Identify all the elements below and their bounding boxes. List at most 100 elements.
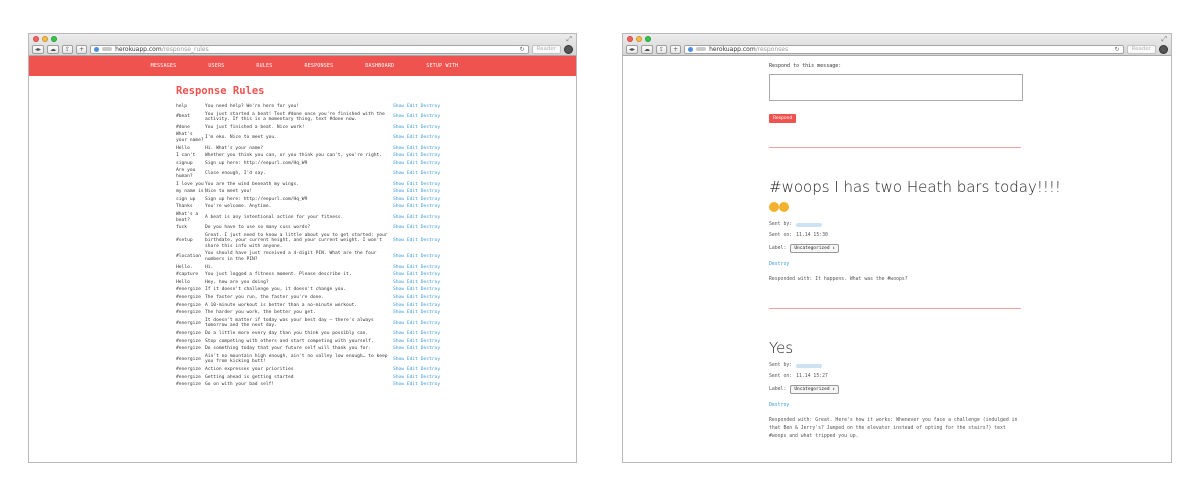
- back-forward-icon[interactable]: ◂▸: [32, 44, 45, 54]
- destroy-link[interactable]: Destroy: [421, 272, 440, 277]
- show-link[interactable]: Show: [393, 357, 404, 362]
- show-link[interactable]: Show: [393, 161, 404, 166]
- nav-link-3[interactable]: RESPONSES: [288, 63, 349, 69]
- destroy-link[interactable]: Destroy: [421, 339, 440, 344]
- show-link[interactable]: Show: [393, 280, 404, 285]
- destroy-link[interactable]: Destroy: [421, 153, 440, 158]
- show-link[interactable]: Show: [393, 310, 404, 315]
- add-tab-icon[interactable]: +: [670, 44, 682, 54]
- destroy-link[interactable]: Destroy: [421, 104, 440, 109]
- edit-link[interactable]: Edit: [407, 215, 418, 220]
- reader-button[interactable]: Reader: [1126, 44, 1156, 54]
- respond-button[interactable]: Respond: [769, 114, 797, 123]
- show-link[interactable]: Show: [393, 215, 404, 220]
- destroy-link[interactable]: Destroy: [769, 403, 1023, 408]
- address-bar[interactable]: herokuapp.com/responses ↻: [684, 44, 1124, 54]
- fullscreen-icon[interactable]: ⤢: [566, 35, 572, 44]
- destroy-link[interactable]: Destroy: [421, 171, 440, 176]
- destroy-link[interactable]: Destroy: [421, 182, 440, 187]
- show-link[interactable]: Show: [393, 114, 404, 119]
- edit-link[interactable]: Edit: [407, 382, 418, 387]
- nav-link-5[interactable]: SETUP WITH: [410, 63, 474, 69]
- share-icon[interactable]: ⇪: [62, 44, 74, 54]
- nav-link-0[interactable]: MESSAGES: [135, 63, 193, 69]
- address-bar[interactable]: herokuapp.com/response_rules ↻: [90, 44, 529, 54]
- destroy-link[interactable]: Destroy: [421, 375, 440, 380]
- show-link[interactable]: Show: [393, 375, 404, 380]
- edit-link[interactable]: Edit: [407, 321, 418, 326]
- show-link[interactable]: Show: [393, 303, 404, 308]
- destroy-link[interactable]: Destroy: [421, 357, 440, 362]
- destroy-link[interactable]: Destroy: [421, 287, 440, 292]
- show-link[interactable]: Show: [393, 331, 404, 336]
- destroy-link[interactable]: Destroy: [421, 215, 440, 220]
- edit-link[interactable]: Edit: [407, 238, 418, 243]
- show-link[interactable]: Show: [393, 265, 404, 270]
- show-link[interactable]: Show: [393, 295, 404, 300]
- edit-link[interactable]: Edit: [407, 375, 418, 380]
- show-link[interactable]: Show: [393, 135, 404, 140]
- destroy-link[interactable]: Destroy: [421, 254, 440, 259]
- show-link[interactable]: Show: [393, 367, 404, 372]
- edit-link[interactable]: Edit: [407, 182, 418, 187]
- cloud-icon[interactable]: ☁: [47, 44, 60, 54]
- back-forward-icon[interactable]: ◂▸: [626, 44, 639, 54]
- destroy-link[interactable]: Destroy: [421, 331, 440, 336]
- edit-link[interactable]: Edit: [407, 272, 418, 277]
- edit-link[interactable]: Edit: [407, 146, 418, 151]
- destroy-link[interactable]: Destroy: [421, 238, 440, 243]
- reload-icon[interactable]: ↻: [1115, 46, 1120, 53]
- show-link[interactable]: Show: [393, 382, 404, 387]
- share-icon[interactable]: ⇪: [656, 44, 668, 54]
- zoom-icon[interactable]: [51, 36, 57, 42]
- show-link[interactable]: Show: [393, 146, 404, 151]
- close-icon[interactable]: [627, 36, 633, 42]
- nav-link-1[interactable]: USERS: [192, 63, 240, 69]
- show-link[interactable]: Show: [393, 346, 404, 351]
- destroy-link[interactable]: Destroy: [421, 125, 440, 130]
- fullscreen-icon[interactable]: ⤢: [1161, 35, 1167, 44]
- destroy-link[interactable]: Destroy: [421, 321, 440, 326]
- extension-icon[interactable]: [564, 44, 573, 54]
- edit-link[interactable]: Edit: [407, 339, 418, 344]
- destroy-link[interactable]: Destroy: [421, 114, 440, 119]
- reload-icon[interactable]: ↻: [520, 46, 525, 53]
- edit-link[interactable]: Edit: [407, 153, 418, 158]
- reader-button[interactable]: Reader: [531, 44, 561, 54]
- label-select[interactable]: Uncategorized ⇕: [790, 385, 839, 394]
- edit-link[interactable]: Edit: [407, 367, 418, 372]
- edit-link[interactable]: Edit: [407, 331, 418, 336]
- edit-link[interactable]: Edit: [407, 161, 418, 166]
- cloud-icon[interactable]: ☁: [641, 44, 654, 54]
- minimize-icon[interactable]: [42, 36, 48, 42]
- respond-textarea[interactable]: [769, 74, 1023, 101]
- destroy-link[interactable]: Destroy: [421, 146, 440, 151]
- destroy-link[interactable]: Destroy: [421, 161, 440, 166]
- edit-link[interactable]: Edit: [407, 125, 418, 130]
- edit-link[interactable]: Edit: [407, 197, 418, 202]
- show-link[interactable]: Show: [393, 321, 404, 326]
- show-link[interactable]: Show: [393, 189, 404, 194]
- destroy-link[interactable]: Destroy: [421, 367, 440, 372]
- edit-link[interactable]: Edit: [407, 104, 418, 109]
- destroy-link[interactable]: Destroy: [421, 225, 440, 230]
- show-link[interactable]: Show: [393, 254, 404, 259]
- zoom-icon[interactable]: [645, 36, 651, 42]
- nav-link-4[interactable]: DASHBOARD: [349, 63, 410, 69]
- show-link[interactable]: Show: [393, 171, 404, 176]
- edit-link[interactable]: Edit: [407, 114, 418, 119]
- edit-link[interactable]: Edit: [407, 303, 418, 308]
- label-select[interactable]: Uncategorized ⇕: [790, 244, 839, 253]
- destroy-link[interactable]: Destroy: [421, 303, 440, 308]
- destroy-link[interactable]: Destroy: [421, 346, 440, 351]
- show-link[interactable]: Show: [393, 204, 404, 209]
- destroy-link[interactable]: Destroy: [421, 204, 440, 209]
- edit-link[interactable]: Edit: [407, 171, 418, 176]
- edit-link[interactable]: Edit: [407, 287, 418, 292]
- destroy-link[interactable]: Destroy: [421, 280, 440, 285]
- destroy-link[interactable]: Destroy: [421, 197, 440, 202]
- destroy-link[interactable]: Destroy: [421, 310, 440, 315]
- edit-link[interactable]: Edit: [407, 357, 418, 362]
- show-link[interactable]: Show: [393, 104, 404, 109]
- edit-link[interactable]: Edit: [407, 310, 418, 315]
